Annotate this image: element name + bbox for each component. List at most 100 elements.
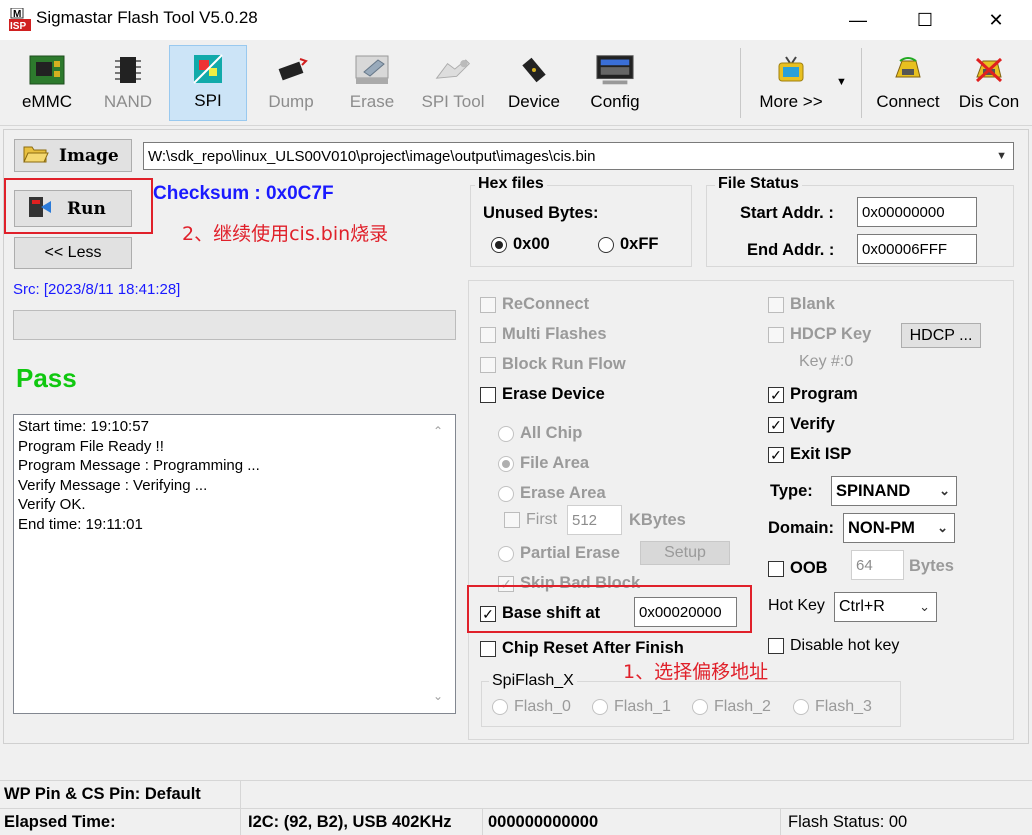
source-timestamp: Src: [2023/8/11 18:41:28]	[13, 281, 181, 298]
flash2-radio[interactable]: Flash_2	[692, 698, 771, 716]
first-checkbox[interactable]: First	[504, 511, 557, 529]
checkbox-icon	[480, 326, 496, 343]
spi-button[interactable]: SPI	[169, 45, 247, 121]
first-kbytes-field[interactable]: 512	[567, 505, 622, 535]
disable-hot-key-checkbox[interactable]: Disable hot key	[768, 637, 899, 655]
chevron-down-icon: ⌄	[939, 483, 950, 498]
scroll-up-icon[interactable]: ⌃	[433, 424, 443, 438]
close-button[interactable]: ✕	[973, 0, 1019, 40]
log-line: Start time: 19:10:57	[18, 418, 149, 435]
log-textarea[interactable]: Start time: 19:10:57 Program File Ready …	[13, 414, 456, 714]
program-checkbox[interactable]: ✓ Program	[768, 385, 858, 404]
radio-icon	[492, 699, 508, 715]
verify-checkbox[interactable]: ✓ Verify	[768, 415, 835, 434]
hex-files-group	[470, 185, 692, 267]
checkbox-icon	[480, 386, 496, 403]
type-select[interactable]: SPINAND ⌄	[831, 476, 957, 506]
folder-open-icon	[23, 144, 49, 168]
flash3-radio[interactable]: Flash_3	[793, 698, 872, 716]
unused-bytes-0xff-radio[interactable]: 0xFF	[598, 235, 659, 254]
oob-bytes-field[interactable]: 64	[851, 550, 904, 580]
i2c-usb-status: I2C: (92, B2), USB 402KHz	[248, 813, 452, 831]
connect-button[interactable]: Connect	[873, 47, 943, 119]
kbytes-unit: KBytes	[629, 511, 686, 529]
checkbox-icon	[480, 356, 496, 373]
blank-checkbox[interactable]: Blank	[768, 295, 835, 314]
hot-key-label: Hot Key	[768, 597, 825, 614]
emmc-button[interactable]: eMMC	[12, 47, 82, 119]
device-button[interactable]: Device	[501, 47, 567, 119]
flash0-radio[interactable]: Flash_0	[492, 698, 571, 716]
radio-icon	[491, 236, 507, 253]
chip-reset-checkbox[interactable]: Chip Reset After Finish	[480, 639, 684, 658]
radio-icon	[498, 425, 514, 442]
app-logo-icon: M ISP	[9, 8, 31, 32]
flash1-radio[interactable]: Flash_1	[592, 698, 671, 716]
oob-checkbox[interactable]: OOB	[768, 559, 828, 578]
unused-bytes-0x00-radio[interactable]: 0x00	[491, 235, 550, 254]
more-dropdown-arrow-icon[interactable]: ▼	[836, 76, 847, 88]
disconnect-button[interactable]: Dis Con	[953, 47, 1025, 119]
erase-area-radio[interactable]: Erase Area	[498, 484, 606, 503]
checkbox-icon	[768, 638, 784, 654]
status-divider	[0, 808, 1032, 809]
block-run-flow-checkbox[interactable]: Block Run Flow	[480, 355, 626, 374]
serial-number: 000000000000	[488, 813, 599, 831]
base-shift-field[interactable]: 0x00020000	[634, 597, 737, 627]
chip-board-icon	[27, 51, 67, 89]
spiflash-title: SpiFlash_X	[489, 672, 577, 690]
all-chip-radio[interactable]: All Chip	[498, 424, 582, 443]
title-bar: M ISP Sigmastar Flash Tool V5.0.28 — ☐ ✕	[0, 0, 1032, 40]
maximize-button[interactable]: ☐	[902, 0, 948, 40]
radio-icon	[592, 699, 608, 715]
log-line: End time: 19:11:01	[18, 515, 143, 533]
radio-icon	[692, 699, 708, 715]
config-button[interactable]: Config	[580, 47, 650, 119]
annotation-note-1: 1、选择偏移地址	[623, 661, 769, 683]
hot-key-select[interactable]: Ctrl+R ⌄	[834, 592, 937, 622]
partial-erase-radio[interactable]: Partial Erase	[498, 544, 620, 563]
checkbox-icon	[480, 640, 496, 657]
checkbox-icon	[768, 326, 784, 343]
image-button[interactable]: Image	[14, 139, 132, 172]
erase-button[interactable]: Erase	[336, 47, 408, 119]
hex-files-title: Hex files	[475, 175, 547, 193]
connect-phone-icon	[888, 51, 928, 89]
log-line: Verify OK.	[18, 496, 86, 514]
dump-chip-icon	[271, 51, 311, 89]
reconnect-checkbox[interactable]: ReConnect	[480, 295, 589, 314]
unused-bytes-label: Unused Bytes:	[483, 204, 599, 222]
file-area-radio[interactable]: File Area	[498, 454, 589, 473]
eraser-icon	[352, 51, 392, 89]
setup-button[interactable]: Setup	[640, 541, 730, 565]
domain-select[interactable]: NON-PM ⌄	[843, 513, 955, 543]
type-label: Type:	[770, 482, 813, 500]
hdcp-key-checkbox[interactable]: HDCP Key	[768, 325, 871, 344]
nand-button[interactable]: NAND	[93, 47, 163, 119]
flash-status: Flash Status: 00	[788, 813, 908, 831]
start-addr-field[interactable]: 0x00000000	[857, 197, 977, 227]
checkbox-icon: ✓	[768, 386, 784, 403]
image-path-select[interactable]: W:\sdk_repo\linux_ULS00V010\project\imag…	[143, 142, 1014, 170]
log-line: Program File Ready !!	[18, 437, 164, 455]
device-chip-icon	[514, 51, 554, 89]
minimize-button[interactable]: —	[835, 0, 881, 40]
scroll-down-icon[interactable]: ⌄	[433, 689, 443, 703]
run-button[interactable]: Run	[14, 190, 132, 227]
dump-button[interactable]: Dump	[255, 47, 327, 119]
start-addr-label: Start Addr. :	[740, 204, 834, 222]
window-title: Sigmastar Flash Tool V5.0.28	[36, 8, 258, 27]
more-button[interactable]: More >>	[755, 47, 827, 119]
domain-label: Domain:	[768, 519, 834, 537]
oob-bytes-unit: Bytes	[909, 557, 954, 575]
toolbar: eMMC NAND SPI Dump Erase SPI Tool Device…	[0, 40, 1032, 126]
erase-device-checkbox[interactable]: Erase Device	[480, 385, 605, 404]
exit-isp-checkbox[interactable]: ✓ Exit ISP	[768, 445, 851, 464]
multi-flashes-checkbox[interactable]: Multi Flashes	[480, 325, 607, 344]
less-button[interactable]: << Less	[14, 237, 132, 269]
spi-tool-button[interactable]: SPI Tool	[413, 47, 493, 119]
base-shift-checkbox[interactable]: ✓ Base shift at	[480, 604, 600, 623]
hdcp-button[interactable]: HDCP ...	[901, 323, 981, 348]
end-addr-field[interactable]: 0x00006FFF	[857, 234, 977, 264]
progress-bar	[13, 310, 456, 340]
